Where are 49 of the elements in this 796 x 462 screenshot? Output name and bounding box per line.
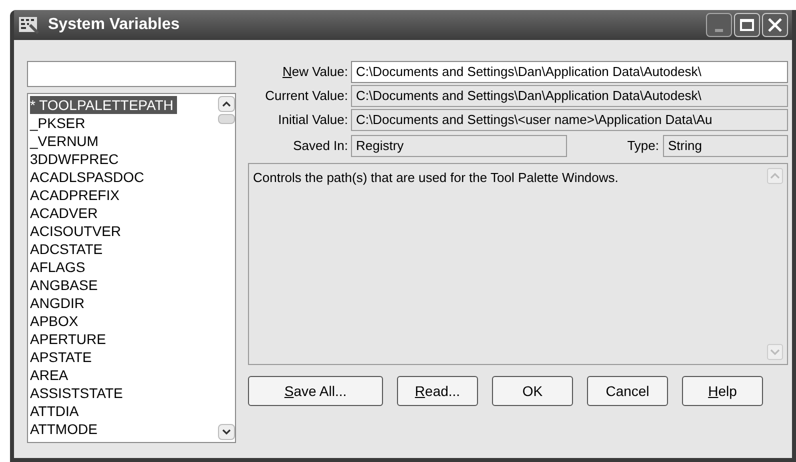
maximize-icon [740,19,754,31]
type-field: String [663,135,788,157]
value-field: C:\Documents and Settings\Dan\Application Data\Autodesk\ [351,85,788,107]
dialog-button[interactable]: Help [682,376,763,406]
scrollbar[interactable] [218,94,235,442]
value-field: C:\Documents and Settings\<user name>\Application Data\Au [351,109,788,131]
minimize-icon [715,29,723,32]
list-item[interactable]: ACISOUTVER [30,222,126,240]
variable-list[interactable]: * TOOLPALETTEPATH _PKSER _VERNUM 3DDWFPREC ACADLSPASDOC ACADPREFIX ACADVER ACISOUTVER ADCSTATE AFLAGS ANGBASE ANGDIR APBOX APERTURE APSTATE AREA ASSISTSTATE ATTDIA ATTMODE [27,93,236,443]
maximize-button[interactable] [734,13,760,37]
list-item[interactable]: AREA [30,366,72,384]
scroll-up-icon[interactable] [218,96,235,112]
list-item[interactable]: ATTMODE [30,420,102,438]
dialog-button[interactable]: Save All... [248,376,383,406]
field-label: New Value: [281,63,349,82]
close-icon [768,18,782,32]
field-label: Current Value: [264,87,349,106]
list-item[interactable]: 3DDWFPREC [30,150,123,168]
search-field[interactable] [27,61,236,87]
dialog-button[interactable]: OK [492,376,573,406]
list-item[interactable]: APBOX [30,312,82,330]
minimize-button[interactable] [706,13,732,37]
saved-in-field: Registry [351,135,567,157]
list-item[interactable]: ADCSTATE [30,240,107,258]
dialog-button[interactable]: Read... [397,376,478,406]
dialog-button[interactable]: Cancel [587,376,668,406]
description-text: Controls the path(s) that are used for the Tool Palette Windows. [253,169,620,187]
list-item[interactable]: ATTDIA [30,402,83,420]
list-item[interactable]: ASSISTSTATE [30,384,127,402]
scroll-down-icon[interactable] [218,424,235,440]
list-item[interactable]: ANGBASE [30,276,102,294]
field-label: Initial Value: [277,111,349,130]
list-item[interactable]: _PKSER [30,114,90,132]
list-item[interactable]: ACADVER [30,204,102,222]
value-field[interactable]: C:\Documents and Settings\Dan\Application Data\Autodesk\ [351,61,788,83]
list-item[interactable]: * TOOLPALETTEPATH [30,96,178,114]
list-item[interactable]: AFLAGS [30,258,90,276]
list-item[interactable]: ACADLSPASDOC [30,168,148,186]
list-item[interactable]: ACADPREFIX [30,186,124,204]
list-item[interactable]: _VERNUM [30,132,102,150]
list-item[interactable]: ANGDIR [30,294,88,312]
app-icon [18,15,40,35]
close-button[interactable] [762,13,788,37]
window-title: System Variables [48,15,181,35]
saved-in-label: Saved In: [292,137,349,156]
type-label: Type: [626,137,660,156]
scroll-thumb[interactable] [218,114,235,124]
list-item[interactable]: APSTATE [30,348,96,366]
list-item[interactable]: APERTURE [30,330,110,348]
